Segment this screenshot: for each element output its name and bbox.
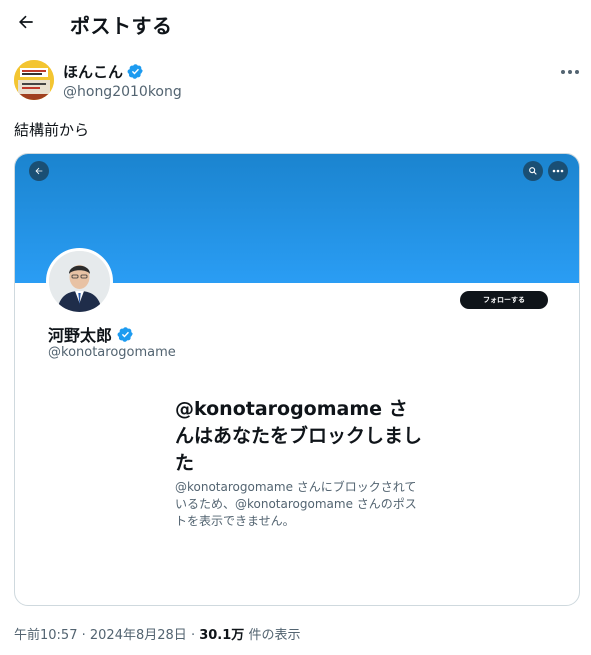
dot-icon xyxy=(561,70,565,74)
verified-badge-icon xyxy=(117,326,133,342)
meta-separator: · xyxy=(190,628,196,643)
blocked-description: @konotarogomame さんにブロックされているため、@konotaro… xyxy=(175,480,417,528)
top-bar: ポストする xyxy=(0,0,591,48)
embedded-more-icon xyxy=(548,161,568,181)
author-handle[interactable]: @hong2010kong xyxy=(63,84,182,100)
embedded-search-icon xyxy=(523,161,543,181)
post-date[interactable]: 2024年8月28日 xyxy=(90,628,187,643)
verified-badge-icon xyxy=(127,64,143,79)
arrow-left-icon xyxy=(19,15,33,29)
profile-name: 河野太郎 xyxy=(48,326,113,345)
profile-name-row: 河野太郎 xyxy=(48,322,134,346)
post-meta: 午前10:57 · 2024年8月28日 · 30.1万 件の表示 xyxy=(14,624,300,643)
profile-avatar xyxy=(46,248,113,315)
tweet-text: 結構前から xyxy=(14,121,90,139)
attached-image[interactable]: フォローする 河野太郎 @konotarogomame @konotarogom… xyxy=(14,153,580,606)
blocked-heading: @konotarogomame さんはあなたをブロックしました xyxy=(175,398,423,474)
author-name-row[interactable]: ほんこん xyxy=(63,61,144,82)
page-title: ポストする xyxy=(70,14,173,38)
dot-icon xyxy=(575,70,579,74)
author-avatar[interactable] xyxy=(14,60,54,100)
embedded-back-icon xyxy=(29,161,49,181)
author-name[interactable]: ほんこん xyxy=(63,61,123,82)
profile-handle: @konotarogomame xyxy=(48,345,176,360)
meta-separator: · xyxy=(81,628,86,643)
more-options-button[interactable] xyxy=(556,62,584,82)
follow-button: フォローする xyxy=(460,291,548,309)
back-button[interactable] xyxy=(12,8,40,36)
view-count-label: 件の表示 xyxy=(248,628,301,643)
avatar-image xyxy=(14,60,54,100)
dot-icon xyxy=(568,70,572,74)
post-time[interactable]: 午前10:57 xyxy=(14,628,77,643)
portrait-image xyxy=(49,251,110,312)
view-count: 30.1万 xyxy=(199,628,245,643)
